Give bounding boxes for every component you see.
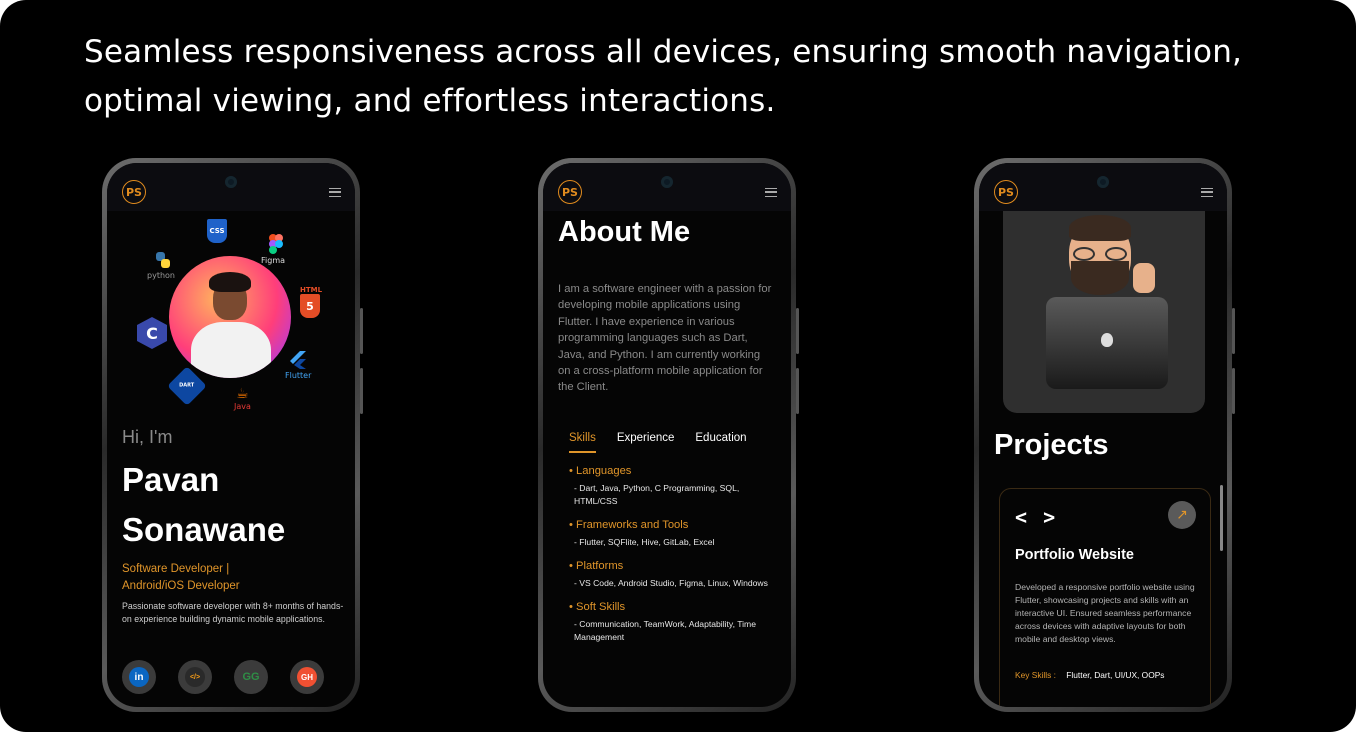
role-line: Software Developer |	[122, 563, 230, 575]
phone-screen: PS CSS Figma python HTML 5 C Flutter DAR…	[107, 163, 355, 707]
java-label: Java	[234, 402, 251, 411]
camera-icon	[225, 176, 237, 188]
phone-screen: PS About Me I am a software engineer wit…	[543, 163, 791, 707]
skill-items: - Dart, Java, Python, C Programming, SQL…	[574, 483, 740, 506]
github-button[interactable]: GH	[290, 660, 324, 694]
side-button	[796, 368, 799, 414]
key-skills-value: Flutter, Dart, UI/UX, OOPs	[1066, 670, 1165, 680]
skill-group: • Soft Skills - Communication, TeamWork,…	[569, 601, 769, 644]
python-label: python	[147, 271, 175, 280]
side-button	[796, 308, 799, 354]
side-button	[1232, 308, 1235, 354]
phone-home: PS CSS Figma python HTML 5 C Flutter DAR…	[102, 158, 363, 712]
skill-items: - Communication, TeamWork, Adaptability,…	[574, 619, 756, 642]
about-title: About Me	[558, 216, 691, 248]
phone-screen: PS Projects < > ↗ Portfolio Website Deve…	[979, 163, 1227, 707]
projects-title: Projects	[994, 429, 1109, 461]
skill-category: • Languages	[569, 465, 632, 477]
key-skills-label: Key Skills :	[1015, 670, 1056, 680]
dart-icon: DART	[167, 366, 207, 406]
geeksforgeeks-icon: GG	[242, 671, 260, 683]
css-icon: CSS	[207, 219, 227, 243]
project-card[interactable]: < > ↗ Portfolio Website Developed a resp…	[999, 488, 1211, 707]
top-bar: PS	[543, 163, 791, 211]
thumbs-up-icon	[1133, 263, 1155, 293]
name-first: Pavan	[122, 461, 220, 498]
phone-projects: PS Projects < > ↗ Portfolio Website Deve…	[974, 158, 1235, 712]
tab-experience[interactable]: Experience	[617, 432, 675, 444]
flutter-icon: Flutter	[285, 351, 311, 380]
skill-category: • Soft Skills	[569, 601, 626, 613]
leetcode-button[interactable]: </>	[178, 660, 212, 694]
top-bar: PS	[107, 163, 355, 211]
scrollbar[interactable]	[1220, 485, 1223, 551]
linkedin-icon: in	[129, 667, 149, 687]
camera-icon	[661, 176, 673, 188]
figma-label: Figma	[261, 256, 286, 265]
apple-logo-icon	[1101, 333, 1113, 347]
logo[interactable]: PS	[558, 180, 582, 204]
tab-education[interactable]: Education	[695, 432, 746, 444]
tab-skills[interactable]: Skills	[569, 432, 596, 453]
java-icon: ☕ Java	[234, 386, 251, 411]
html-icon: HTML 5	[300, 286, 322, 318]
skill-group: • Frameworks and Tools - Flutter, SQFlit…	[569, 519, 769, 549]
project-skills: Key Skills : Flutter, Dart, UI/UX, OOPs	[1015, 670, 1165, 680]
flutter-label: Flutter	[285, 371, 312, 380]
external-link-icon: ↗	[1176, 507, 1188, 523]
laptop-image	[1046, 297, 1168, 389]
figma-icon: Figma	[261, 234, 285, 265]
skill-category: • Platforms	[569, 560, 624, 572]
headline: Seamless responsiveness across all devic…	[84, 34, 1243, 119]
social-links: in </> GG GH	[122, 660, 324, 694]
leetcode-icon: </>	[185, 667, 205, 687]
profile-photo	[169, 256, 291, 378]
logo[interactable]: PS	[994, 180, 1018, 204]
user-name: Pavan Sonawane	[122, 455, 352, 555]
skill-category: • Frameworks and Tools	[569, 519, 689, 531]
bio: Passionate software developer with 8+ mo…	[122, 601, 344, 624]
project-title: Portfolio Website	[1015, 547, 1134, 563]
side-button	[360, 368, 363, 414]
name-last: Sonawane	[122, 511, 286, 548]
geeksforgeeks-button[interactable]: GG	[234, 660, 268, 694]
promo-canvas: Seamless responsiveness across all devic…	[0, 0, 1356, 732]
skill-group: • Languages - Dart, Java, Python, C Prog…	[569, 465, 769, 508]
skills-list: • Languages - Dart, Java, Python, C Prog…	[569, 465, 769, 655]
menu-icon[interactable]	[765, 188, 777, 197]
tab-bar: Skills Experience Education	[569, 432, 747, 453]
skill-group: • Platforms - VS Code, Android Studio, F…	[569, 560, 769, 590]
role-line: Android/iOS Developer	[122, 580, 240, 592]
menu-icon[interactable]	[329, 188, 341, 197]
skill-items: - VS Code, Android Studio, Figma, Linux,…	[574, 578, 768, 588]
project-description: Developed a responsive portfolio website…	[1015, 582, 1195, 644]
menu-icon[interactable]	[1201, 188, 1213, 197]
python-icon: python	[147, 251, 175, 280]
phone-about: PS About Me I am a software engineer wit…	[538, 158, 799, 712]
camera-icon	[1097, 176, 1109, 188]
logo[interactable]: PS	[122, 180, 146, 204]
linkedin-button[interactable]: in	[122, 660, 156, 694]
side-button	[1232, 368, 1235, 414]
c-language-icon: C	[137, 317, 167, 349]
top-bar: PS	[979, 163, 1227, 211]
job-role: Software Developer | Android/iOS Develop…	[122, 561, 322, 595]
skill-items: - Flutter, SQFlite, Hive, GitLab, Excel	[574, 537, 715, 547]
memoji-illustration	[1003, 211, 1205, 413]
greeting: Hi, I'm	[122, 427, 173, 447]
external-link-button[interactable]: ↗	[1168, 501, 1196, 529]
side-button	[360, 308, 363, 354]
github-icon: GH	[297, 667, 317, 687]
code-icon: < >	[1015, 505, 1058, 529]
about-text: I am a software engineer with a passion …	[558, 283, 772, 394]
